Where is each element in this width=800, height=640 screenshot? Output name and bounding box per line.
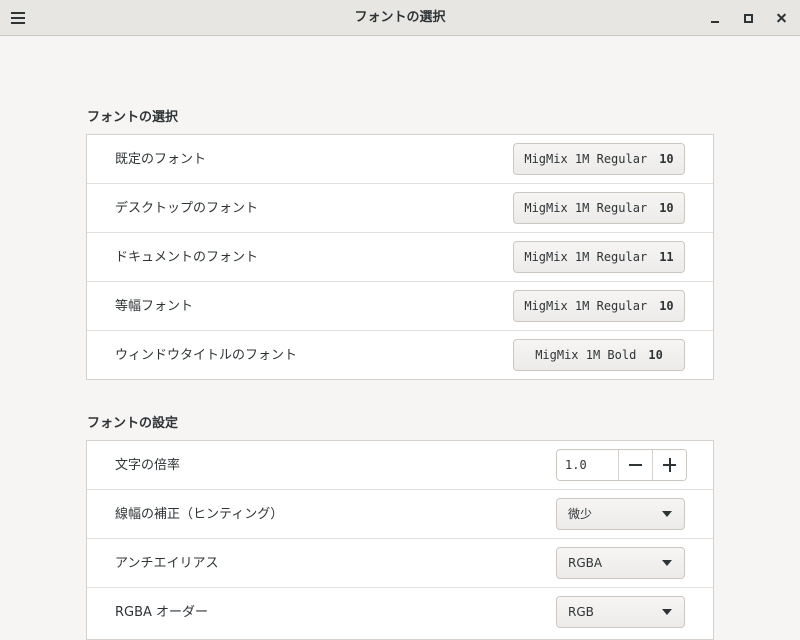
- font-name: MigMix 1M Bold: [535, 348, 637, 362]
- font-size: 10: [659, 152, 674, 166]
- plus-icon[interactable]: [652, 450, 686, 480]
- antialias-dropdown[interactable]: RGBA: [556, 547, 685, 579]
- hinting-dropdown[interactable]: 微少: [556, 498, 685, 530]
- font-name: MigMix 1M Regular: [524, 201, 648, 215]
- font-name: MigMix 1M Regular: [524, 152, 648, 166]
- font-row-label: ウィンドウタイトルのフォント: [115, 348, 298, 363]
- section-heading-settings: フォントの設定: [87, 416, 179, 431]
- font-row-window-title: ウィンドウタイトルのフォント MigMix 1M Bold 10: [87, 331, 713, 379]
- font-row-label: デスクトップのフォント: [115, 201, 259, 216]
- scale-spinbutton: 1.0: [556, 449, 687, 481]
- font-row-monospace: 等幅フォント MigMix 1M Regular 10: [87, 282, 713, 331]
- rgba-order-dropdown[interactable]: RGB: [556, 596, 685, 628]
- chevron-down-icon: [662, 609, 672, 615]
- font-size: 10: [659, 299, 674, 313]
- close-icon[interactable]: [770, 6, 794, 30]
- font-row-label: 等幅フォント: [115, 299, 194, 314]
- font-row-desktop: デスクトップのフォント MigMix 1M Regular 10: [87, 184, 713, 233]
- antialias-value: RGBA: [568, 556, 603, 570]
- chevron-down-icon: [662, 560, 672, 566]
- tweaks-window: フォントの選択 フォントの選択 既定のフォント MigMix 1M Regula…: [0, 0, 800, 640]
- settings-row-hinting: 線幅の補正（ヒンティング） 微少: [87, 490, 713, 539]
- hinting-label: 線幅の補正（ヒンティング）: [115, 507, 284, 522]
- font-row-label: 既定のフォント: [115, 152, 207, 167]
- font-size: 10: [659, 201, 674, 215]
- maximize-icon[interactable]: [736, 6, 760, 30]
- font-row-label: ドキュメントのフォント: [115, 250, 259, 265]
- font-button-default[interactable]: MigMix 1M Regular 10: [513, 143, 685, 175]
- font-button-document[interactable]: MigMix 1M Regular 11: [513, 241, 685, 273]
- font-size: 10: [648, 348, 663, 362]
- section-heading-fonts: フォントの選択: [87, 110, 179, 125]
- font-size: 11: [659, 250, 674, 264]
- font-name: MigMix 1M Regular: [524, 299, 648, 313]
- settings-row-scale: 文字の倍率 1.0: [87, 441, 713, 490]
- settings-row-antialias: アンチエイリアス RGBA: [87, 539, 713, 588]
- font-button-desktop[interactable]: MigMix 1M Regular 10: [513, 192, 685, 224]
- rgba-order-value: RGB: [568, 605, 594, 619]
- font-settings-list: 文字の倍率 1.0 線幅の補正（ヒンティング） 微少 アンチエイリアス RGBA…: [86, 440, 714, 640]
- font-button-monospace[interactable]: MigMix 1M Regular 10: [513, 290, 685, 322]
- font-button-window-title[interactable]: MigMix 1M Bold 10: [513, 339, 685, 371]
- window-title: フォントの選択: [354, 10, 446, 25]
- scale-input[interactable]: 1.0: [557, 450, 618, 480]
- scale-label: 文字の倍率: [115, 458, 181, 473]
- font-name: MigMix 1M Regular: [524, 250, 648, 264]
- minus-icon[interactable]: [618, 450, 652, 480]
- font-row-default: 既定のフォント MigMix 1M Regular 10: [87, 135, 713, 184]
- minimize-icon[interactable]: [703, 6, 727, 30]
- hinting-value: 微少: [568, 507, 593, 521]
- chevron-down-icon: [662, 511, 672, 517]
- font-selection-list: 既定のフォント MigMix 1M Regular 10 デスクトップのフォント…: [86, 134, 714, 380]
- header-bar: フォントの選択: [0, 0, 800, 36]
- antialias-label: アンチエイリアス: [115, 556, 219, 571]
- rgba-order-label: RGBA オーダー: [115, 605, 209, 620]
- font-row-document: ドキュメントのフォント MigMix 1M Regular 11: [87, 233, 713, 282]
- settings-row-rgba-order: RGBA オーダー RGB: [87, 588, 713, 636]
